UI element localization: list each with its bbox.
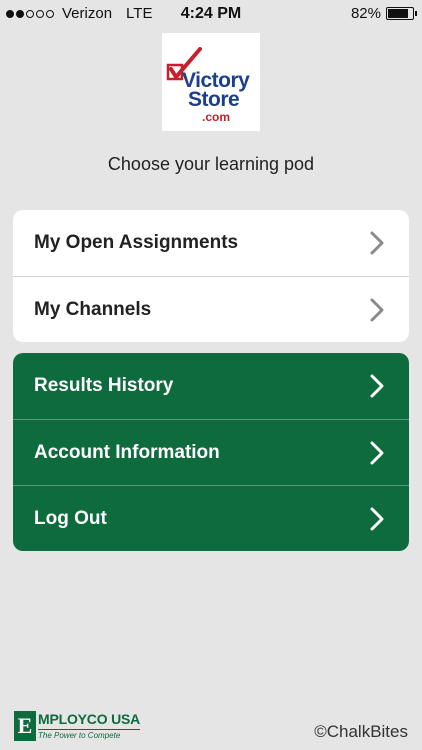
menu-item-my-channels[interactable]: My Channels: [13, 276, 409, 342]
status-right: 82%: [350, 5, 417, 22]
logo-text-dotcom: .com: [202, 110, 231, 124]
battery-icon: [386, 7, 417, 20]
menu-item-label: Account Information: [34, 441, 220, 463]
chevron-right-icon: [370, 298, 384, 321]
employco-logo: E MPLOYCO USA The Power to Compete: [14, 711, 140, 743]
menu-item-label: My Channels: [34, 298, 152, 320]
employco-tagline: The Power to Compete: [38, 729, 141, 740]
account-menu: Results History Account Information Log …: [13, 353, 409, 551]
employco-logo-text: MPLOYCO USA The Power to Compete: [38, 711, 140, 740]
copyright-text: ©ChalkBites: [314, 722, 408, 741]
page-subtitle: Choose your learning pod: [107, 154, 315, 174]
menu-item-log-out[interactable]: Log Out: [13, 485, 409, 551]
employco-name: MPLOYCO USA: [38, 711, 141, 727]
chevron-right-icon: [370, 507, 384, 530]
menu-item-results-history[interactable]: Results History: [13, 353, 409, 419]
logo-text-store: Store: [188, 88, 240, 111]
status-bar: Verizon LTE 4:24 PM 82%: [0, 0, 422, 28]
learning-pod-menu: My Open Assignments My Channels: [13, 210, 409, 342]
menu-item-label: Results History: [34, 375, 174, 396]
battery-percent: 82%: [350, 5, 381, 22]
battery-fill: [388, 9, 408, 18]
employco-logo-letter: E: [14, 711, 36, 741]
chevron-right-icon: [370, 231, 384, 255]
victory-store-logo: Victory Store .com: [162, 33, 260, 131]
menu-item-label: Log Out: [34, 507, 107, 529]
menu-item-label: My Open Assignments: [34, 232, 239, 253]
menu-item-account-information[interactable]: Account Information: [13, 419, 409, 485]
chevron-right-icon: [370, 441, 384, 464]
menu-item-my-open-assignments[interactable]: My Open Assignments: [13, 210, 409, 276]
chevron-right-icon: [370, 374, 384, 398]
